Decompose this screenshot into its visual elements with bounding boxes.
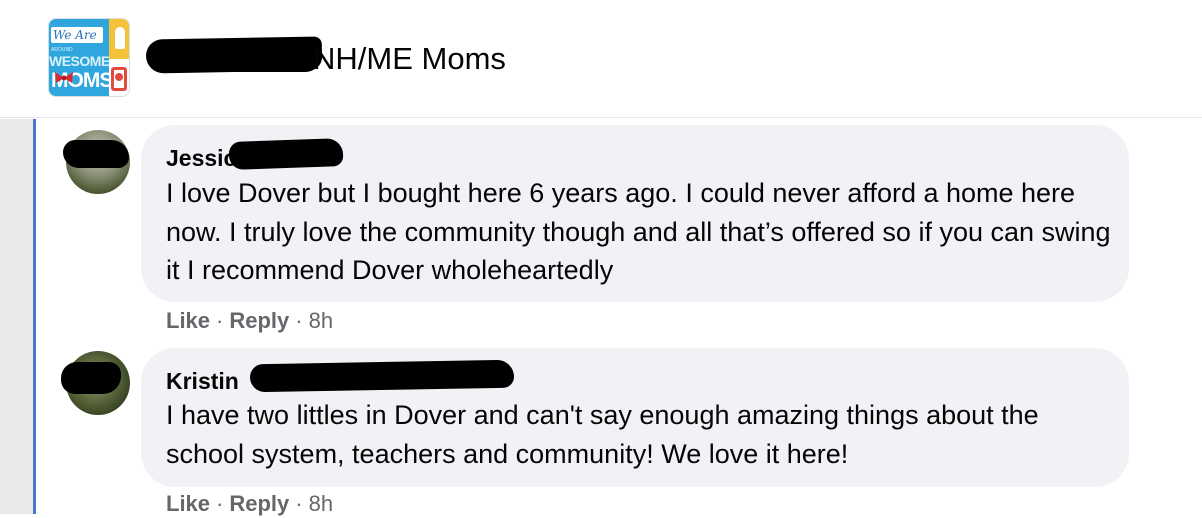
group-logo-icon[interactable]: We Are AROUND WESOME MOMS [48,18,130,97]
redaction-mark [61,362,121,394]
group-name[interactable]: NH/ME Moms [313,40,506,78]
comment-author[interactable]: Jessic [166,144,236,172]
comment-author[interactable]: Kristin [166,367,239,395]
like-button[interactable]: Like [166,308,210,333]
group-header: We Are AROUND WESOME MOMS NH/ME Moms [0,0,1202,118]
comment-actions: Like · Reply · 8h [166,308,334,333]
reply-button[interactable]: Reply [229,308,289,333]
comment-timestamp[interactable]: 8h [309,308,333,333]
logo-awesome-text: WESOME [49,53,110,69]
comment-text: I have two littles in Dover and can't sa… [166,400,1039,469]
thread-gutter [0,119,33,514]
redaction-mark [63,140,129,168]
reply-button[interactable]: Reply [229,491,289,516]
like-button[interactable]: Like [166,491,210,516]
redaction-mark [228,138,344,170]
comment-timestamp[interactable]: 8h [309,491,333,516]
thread-line [33,119,36,514]
logo-tag-text: We Are [51,27,103,43]
bow-icon [55,72,73,83]
comment-text: I love Dover but I bought here 6 years a… [166,178,1111,285]
redaction-mark [249,359,515,393]
redaction-mark [214,44,320,72]
